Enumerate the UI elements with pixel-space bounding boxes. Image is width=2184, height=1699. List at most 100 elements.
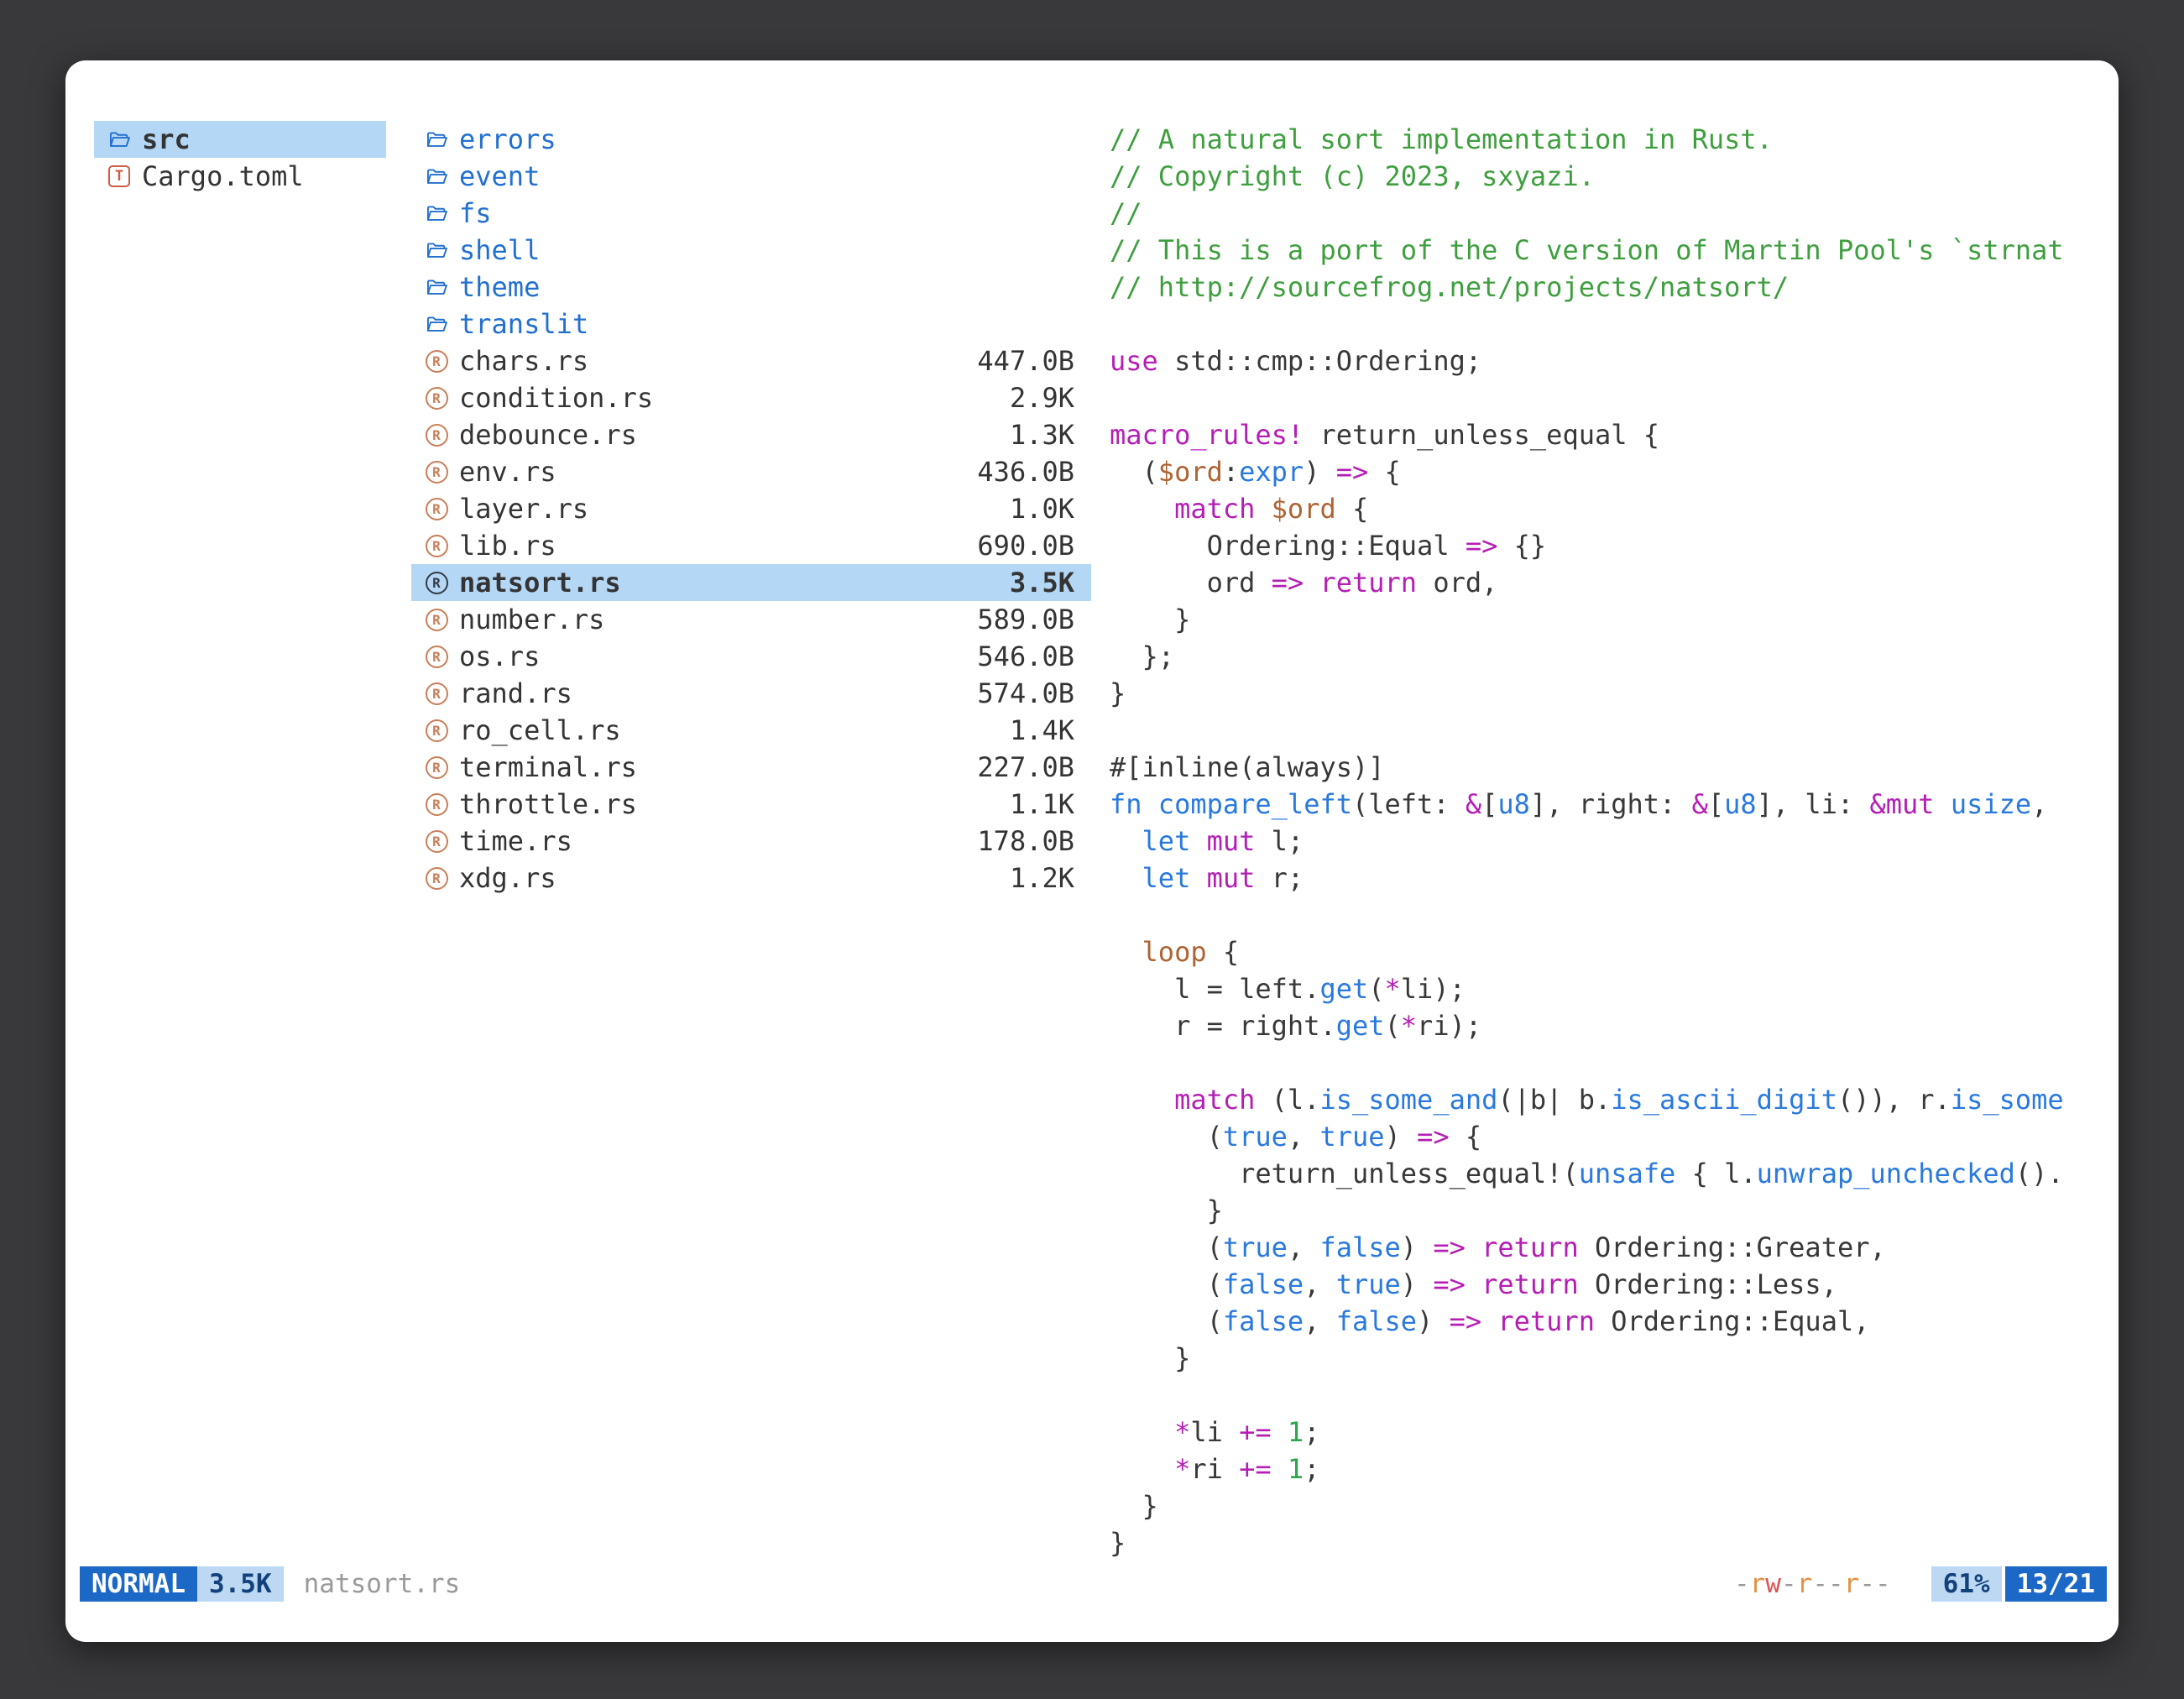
entry-size: 447.0B [977, 345, 1074, 377]
dir-row[interactable]: shell [411, 232, 1091, 269]
code-line: Ordering::Equal => {} [1110, 527, 2092, 564]
entry-name: condition.rs [459, 382, 653, 414]
entry-name: shell [459, 234, 540, 266]
file-row[interactable]: Renv.rs436.0B [411, 453, 1091, 490]
folder-open-icon [423, 202, 450, 225]
file-row[interactable]: Rthrottle.rs1.1K [411, 786, 1091, 823]
rust-icon: R [423, 350, 450, 373]
entry-name: src [142, 123, 191, 155]
dir-row[interactable]: src [94, 121, 386, 158]
folder-open-icon [423, 128, 450, 151]
entry-name: event [459, 160, 540, 192]
file-row[interactable]: Rcondition.rs 2.9K [411, 379, 1091, 416]
file-row[interactable]: Rlib.rs690.0B [411, 527, 1091, 564]
file-row[interactable]: TCargo.toml [94, 158, 386, 195]
entry-name: chars.rs [459, 345, 588, 377]
rust-icon: R [423, 830, 450, 853]
file-preview-pane: // A natural sort implementation in Rust… [1110, 121, 2092, 1561]
code-line [1110, 897, 2092, 933]
folder-open-icon [423, 239, 450, 262]
code-line: *ri += 1; [1110, 1451, 2092, 1487]
entry-name: throttle.rs [459, 788, 637, 820]
code-line: } [1110, 1487, 2092, 1524]
code-line: } [1110, 601, 2092, 638]
entry-size: 436.0B [977, 456, 1074, 488]
code-line: macro_rules! return_unless_equal { [1110, 416, 2092, 453]
entry-size: 1.1K [1010, 788, 1074, 820]
file-row[interactable]: Rlayer.rs1.0K [411, 490, 1091, 527]
code-line: return_unless_equal!(unsafe { l.unwrap_u… [1110, 1155, 2092, 1192]
code-line [1110, 1044, 2092, 1081]
entry-size: 2.9K [1010, 382, 1074, 414]
rust-icon: R [423, 572, 450, 594]
entry-name: number.rs [459, 604, 604, 635]
code-line [1110, 306, 2092, 342]
code-line: (false, false) => return Ordering::Equal… [1110, 1303, 2092, 1340]
entry-size: 589.0B [977, 604, 1074, 635]
code-line: match (l.is_some_and(|b| b.is_ascii_digi… [1110, 1081, 2092, 1118]
entry-size: 1.3K [1010, 419, 1074, 451]
code-line: // This is a port of the C version of Ma… [1110, 232, 2092, 269]
desktop-background: { "colors": { "desktop_bg": "#39393b", "… [0, 0, 2184, 1699]
rust-icon: R [423, 719, 450, 742]
file-row[interactable]: Rchars.rs 447.0B [411, 342, 1091, 379]
entry-size: 3.5K [1010, 567, 1074, 599]
code-line: // http://sourcefrog.net/projects/natsor… [1110, 269, 2092, 306]
folder-open-icon [423, 276, 450, 299]
file-size-badge: 3.5K [197, 1566, 284, 1602]
file-row[interactable]: Rnumber.rs589.0B [411, 601, 1091, 638]
dir-row[interactable]: event [411, 158, 1091, 195]
code-line: #[inline(always)] [1110, 749, 2092, 786]
status-bar: NORMAL 3.5K natsort.rs -rw-r--r-- 61% 13… [80, 1566, 2107, 1602]
entry-name: lib.rs [459, 530, 556, 562]
entry-name: terminal.rs [459, 751, 637, 783]
entry-name: os.rs [459, 640, 540, 672]
dir-row[interactable]: errors [411, 121, 1091, 158]
file-row[interactable]: Rro_cell.rs1.4K [411, 712, 1091, 749]
code-line: (true, false) => return Ordering::Greate… [1110, 1229, 2092, 1266]
dir-row[interactable]: fs [411, 195, 1091, 232]
cursor-position-badge: 13/21 [2005, 1566, 2107, 1602]
yazi-file-manager-window: srcTCargo.toml errors eventfsshell themetr… [65, 60, 2119, 1642]
code-line: } [1110, 1192, 2092, 1229]
entry-name: time.rs [459, 825, 572, 857]
code-line: (true, true) => { [1110, 1118, 2092, 1155]
rust-icon: R [423, 387, 450, 410]
mode-badge: NORMAL [80, 1566, 197, 1602]
code-line: fn compare_left(left: &[u8], right: &[u8… [1110, 786, 2092, 823]
file-row[interactable]: Rxdg.rs1.2K [411, 860, 1091, 897]
entry-name: rand.rs [459, 677, 572, 709]
entry-size: 1.2K [1010, 862, 1074, 894]
entry-name: env.rs [459, 456, 556, 488]
current-directory-pane: errorseventfsshellthemetranslitRchars.rs… [411, 121, 1091, 897]
entry-name: errors [459, 123, 556, 155]
file-row[interactable]: Rterminal.rs227.0B [411, 749, 1091, 786]
file-row[interactable]: Ros.rs546.0B [411, 638, 1091, 675]
toml-icon: T [106, 165, 133, 187]
code-line: ($ord:expr) => { [1110, 453, 2092, 490]
file-row[interactable]: Rnatsort.rs 3.5K [411, 564, 1091, 601]
code-line: // A natural sort implementation in Rust… [1110, 121, 2092, 158]
entry-size: 546.0B [977, 640, 1074, 672]
code-line: let mut r; [1110, 860, 2092, 897]
file-row[interactable]: Rdebounce.rs1.3K [411, 416, 1091, 453]
code-line: use std::cmp::Ordering; [1110, 342, 2092, 379]
parent-directory-pane: srcTCargo.toml [94, 121, 386, 195]
code-line: } [1110, 675, 2092, 712]
code-line [1110, 712, 2092, 749]
code-line: }; [1110, 638, 2092, 675]
dir-row[interactable]: theme [411, 269, 1091, 306]
entry-name: theme [459, 271, 540, 303]
entry-size: 1.0K [1010, 493, 1074, 525]
entry-size: 574.0B [977, 677, 1074, 709]
entry-size: 178.0B [977, 825, 1074, 857]
code-line: } [1110, 1524, 2092, 1561]
entry-name: natsort.rs [459, 567, 621, 599]
dir-row[interactable]: translit [411, 306, 1091, 342]
entry-size: 1.4K [1010, 714, 1074, 746]
code-line: ord => return ord, [1110, 564, 2092, 601]
file-row[interactable]: Rrand.rs574.0B [411, 675, 1091, 712]
entry-name: debounce.rs [459, 419, 637, 451]
code-line: *li += 1; [1110, 1414, 2092, 1451]
file-row[interactable]: Rtime.rs 178.0B [411, 823, 1091, 860]
